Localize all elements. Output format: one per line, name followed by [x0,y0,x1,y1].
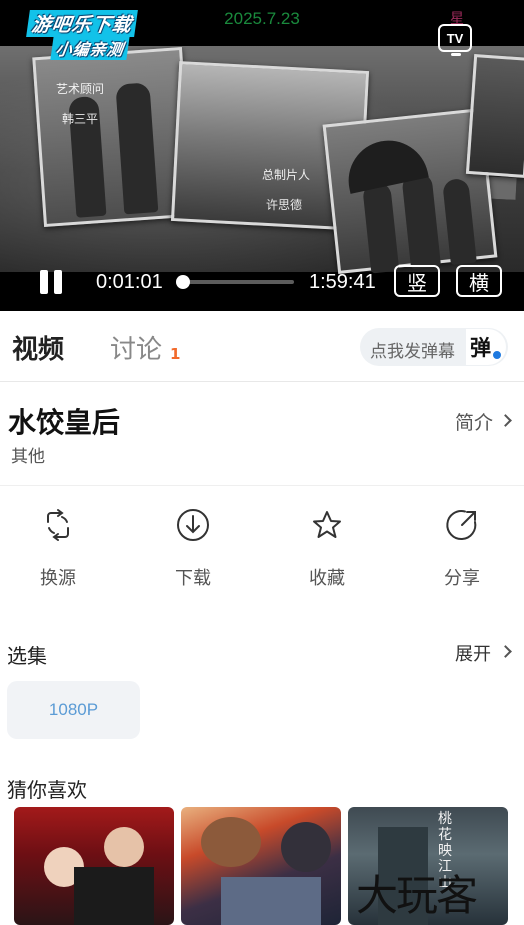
poster-face [104,827,144,867]
poster-figure [221,877,321,925]
poster-mask [281,822,331,872]
share-label: 分享 [444,568,480,589]
show-category: 其他 [11,447,45,467]
episodes-heading: 选集 [7,644,47,668]
star-icon [313,511,341,538]
download-button[interactable]: 下载 [143,508,243,592]
danmu-input-button[interactable]: 点我发弹幕 弹 [360,328,508,366]
watermark-line: 小编亲测 [50,36,130,60]
credit-text: 韩三平 [62,112,99,126]
landscape-mode-button[interactable]: 横 [456,265,502,297]
credit-text: 总制片人 [262,168,311,182]
poster-costume [74,867,154,925]
expand-episodes-link[interactable]: 展开 [455,640,512,666]
expand-label: 展开 [455,644,491,665]
credit-text: 许思德 [266,198,303,212]
show-info: 水饺皇后 其他 简介 [0,383,524,486]
switch-source-icon [47,509,69,541]
figure-silhouette [442,177,477,266]
figure-silhouette [362,181,400,274]
watermark-logo: 游吧乐下载 小编亲测 [22,10,146,64]
chevron-right-icon [499,645,512,658]
download-label: 下载 [175,568,211,589]
portrait-mode-button[interactable]: 竖 [394,265,440,297]
seek-thumb[interactable] [175,275,190,289]
figure-silhouette [401,171,442,270]
player-controls: 0:01:01 1:59:41 竖 横 [0,262,524,302]
tab-bar: 视频 讨论 1 点我发弹幕 弹 [0,311,524,382]
tv-cast-button[interactable]: TV [438,24,472,56]
duration-time: 1:59:41 [309,271,376,293]
video-still-photo [465,54,524,178]
recommend-poster[interactable]: 桃花映江山 大玩客 [348,807,508,925]
download-icon [177,509,209,541]
figure-silhouette [115,82,159,215]
poster-watermark-text: 大玩客 [356,871,478,920]
video-still-photo [32,46,194,228]
episode-1080p[interactable]: 1080P [7,681,140,739]
danmu-icon-text: 弹 [470,336,491,360]
show-title: 水饺皇后 [8,406,121,439]
intro-label: 简介 [455,412,494,434]
intro-link[interactable]: 简介 [455,408,512,435]
danmu-toggle-icon[interactable]: 弹 [466,329,506,365]
recommend-poster[interactable] [14,807,174,925]
favorite-button[interactable]: 收藏 [277,508,377,592]
switch-source-button[interactable]: 换源 [8,508,108,592]
switch-source-label: 换源 [40,568,76,589]
share-icon [446,510,477,540]
current-time: 0:01:01 [96,271,163,293]
chevron-right-icon [499,414,512,427]
recommend-heading: 猜你喜欢 [7,778,87,802]
discussion-count-badge: 1 [170,345,181,363]
action-row: 换源 下载 收藏 分享 [0,500,524,600]
share-button[interactable]: 分享 [412,508,512,592]
tab-video[interactable]: 视频 [12,329,64,366]
video-player[interactable]: 艺术顾问 韩三平 总制片人 许思德 2025.7.23 星 游吧乐下载 小编亲测… [0,0,524,311]
favorite-label: 收藏 [309,568,345,589]
danmu-placeholder: 点我发弹幕 [370,342,455,362]
seek-bar[interactable] [175,275,294,289]
recommend-poster[interactable] [181,807,341,925]
pause-icon[interactable] [38,270,64,294]
danmu-on-dot [492,350,502,360]
poster-hair [201,817,261,867]
credit-text: 艺术顾问 [56,82,105,96]
video-frame[interactable]: 艺术顾问 韩三平 总制片人 许思德 [0,46,524,274]
watermark-line: 游吧乐下载 [26,10,138,37]
tab-discussion[interactable]: 讨论 [110,329,162,366]
